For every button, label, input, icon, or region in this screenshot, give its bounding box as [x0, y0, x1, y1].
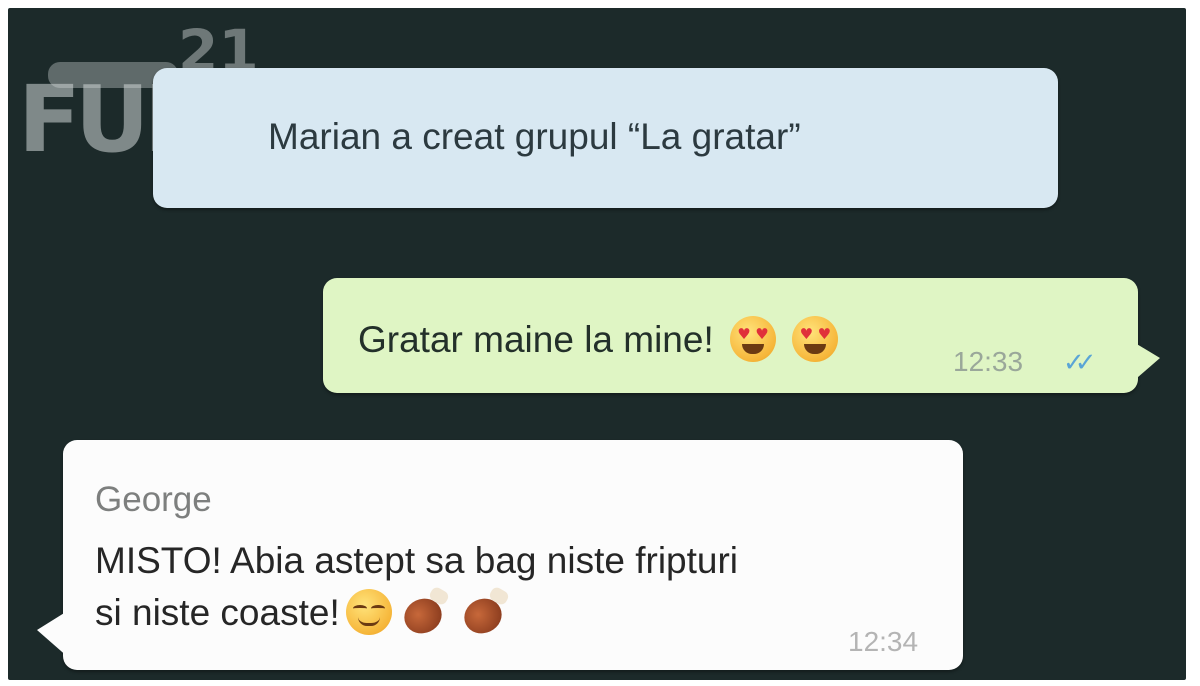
system-message-bubble: Marian a creat grupul “La gratar” [153, 68, 1058, 208]
meat-on-bone-emoji-icon [458, 585, 512, 640]
outgoing-message-text: Gratar maine la mine! [358, 319, 714, 360]
double-check-icon: ✓✓ [1063, 348, 1096, 378]
relieved-smile-emoji-icon [345, 589, 392, 635]
chat-area[interactable]: FUN 21 Marian a creat grupul “La gratar”… [8, 8, 1186, 680]
system-message-text: Marian a creat grupul “La gratar” [268, 116, 801, 157]
screenshot-frame: FUN 21 Marian a creat grupul “La gratar”… [0, 0, 1200, 686]
incoming-message-line-2-row: si niste coaste! [95, 585, 895, 640]
outgoing-message-time: 12:33 [953, 346, 1024, 377]
incoming-message-time: 12:34 [848, 626, 919, 657]
heart-eyes-emoji-icon: ♥ ♥ [730, 316, 777, 362]
incoming-message-bubble[interactable]: George MISTO! Abia astept sa bag niste f… [37, 440, 963, 670]
bubble-tail [37, 610, 69, 658]
incoming-message-body: MISTO! Abia astept sa bag niste fripturi… [95, 535, 895, 640]
incoming-message-line-1: MISTO! Abia astept sa bag niste fripturi [95, 540, 739, 581]
outgoing-message-row: Gratar maine la mine! ♥ ♥ ♥ ♥ [358, 316, 839, 362]
bubble-tail [1130, 340, 1160, 384]
outgoing-message-bubble[interactable]: Gratar maine la mine! ♥ ♥ ♥ ♥ 12:33 ✓✓ [323, 278, 1160, 393]
incoming-message-line-2: si niste coaste! [95, 592, 340, 633]
meat-on-bone-emoji-icon [398, 585, 452, 640]
sender-name[interactable]: George [95, 480, 212, 520]
heart-eyes-emoji-icon: ♥ ♥ [792, 316, 839, 362]
